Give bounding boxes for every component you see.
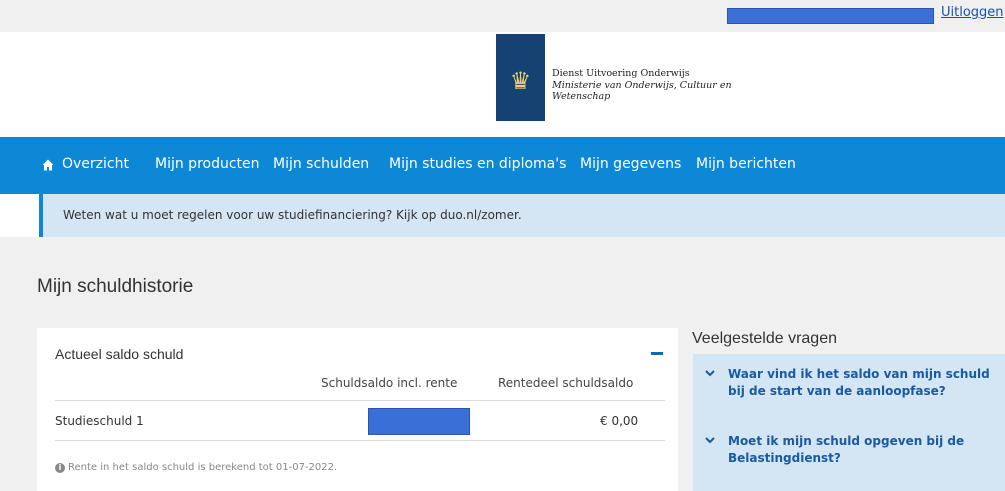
nav-item-mijn-berichten[interactable]: Mijn berichten xyxy=(696,156,796,172)
footnote: Rente in het saldo schuld is berekend to… xyxy=(68,462,338,473)
main-nav: Overzicht Mijn producten Mijn schulden M… xyxy=(0,137,1005,194)
faq-question: Waar vind ik het saldo van mijn schuld b… xyxy=(728,367,990,398)
row-label-studieschuld: Studieschuld 1 xyxy=(55,414,144,428)
redacted-username xyxy=(727,8,934,24)
nav-item-overzicht[interactable]: Overzicht xyxy=(62,156,129,172)
column-header-schuldsaldo: Schuldsaldo incl. rente xyxy=(321,376,458,390)
chevron-down-icon xyxy=(705,437,715,444)
nav-item-mijn-schulden[interactable]: Mijn schulden xyxy=(273,156,369,172)
coat-of-arms-icon: ♛ xyxy=(509,67,532,95)
card-title: Actueel saldo schuld xyxy=(55,346,184,362)
faq-question: Moet ik mijn schuld opgeven bij de Belas… xyxy=(728,434,965,465)
column-header-rentedeel: Rentedeel schuldsaldo xyxy=(498,376,634,390)
nav-item-mijn-studies-en-diplomas[interactable]: Mijn studies en diploma's xyxy=(389,156,566,172)
divider xyxy=(55,400,665,401)
logo-line-2: Ministerie van Onderwijs, Cultuur en xyxy=(552,79,732,91)
home-icon xyxy=(42,159,54,171)
chevron-down-icon xyxy=(705,370,715,377)
top-bar: Uitloggen xyxy=(0,0,1005,32)
collapse-icon[interactable] xyxy=(651,352,663,355)
debt-balance-card: Actueel saldo schuld Schuldsaldo incl. r… xyxy=(37,328,678,491)
info-icon: i xyxy=(55,463,65,473)
rentedeel-value: € 0,00 xyxy=(600,414,639,428)
logo-line-1: Dienst Uitvoering Onderwijs xyxy=(552,68,690,79)
nav-item-mijn-producten[interactable]: Mijn producten xyxy=(155,156,260,172)
redacted-schuldsaldo-value xyxy=(368,408,470,435)
alert-text: Weten wat u moet regelen voor uw studief… xyxy=(63,208,522,222)
logo: ♛ xyxy=(496,34,545,121)
page-title: Mijn schuldhistorie xyxy=(37,276,194,297)
info-alert: Weten wat u moet regelen voor uw studief… xyxy=(39,194,1005,237)
faq-panel: Waar vind ik het saldo van mijn schuld b… xyxy=(693,354,1005,491)
divider xyxy=(55,440,665,441)
faq-title: Veelgestelde vragen xyxy=(692,330,837,347)
nav-item-mijn-gegevens[interactable]: Mijn gegevens xyxy=(580,156,681,172)
logo-line-3: Wetenschap xyxy=(552,91,611,102)
logout-link[interactable]: Uitloggen xyxy=(941,5,1004,20)
logo-text: Dienst Uitvoering Onderwijs Ministerie v… xyxy=(552,68,732,103)
